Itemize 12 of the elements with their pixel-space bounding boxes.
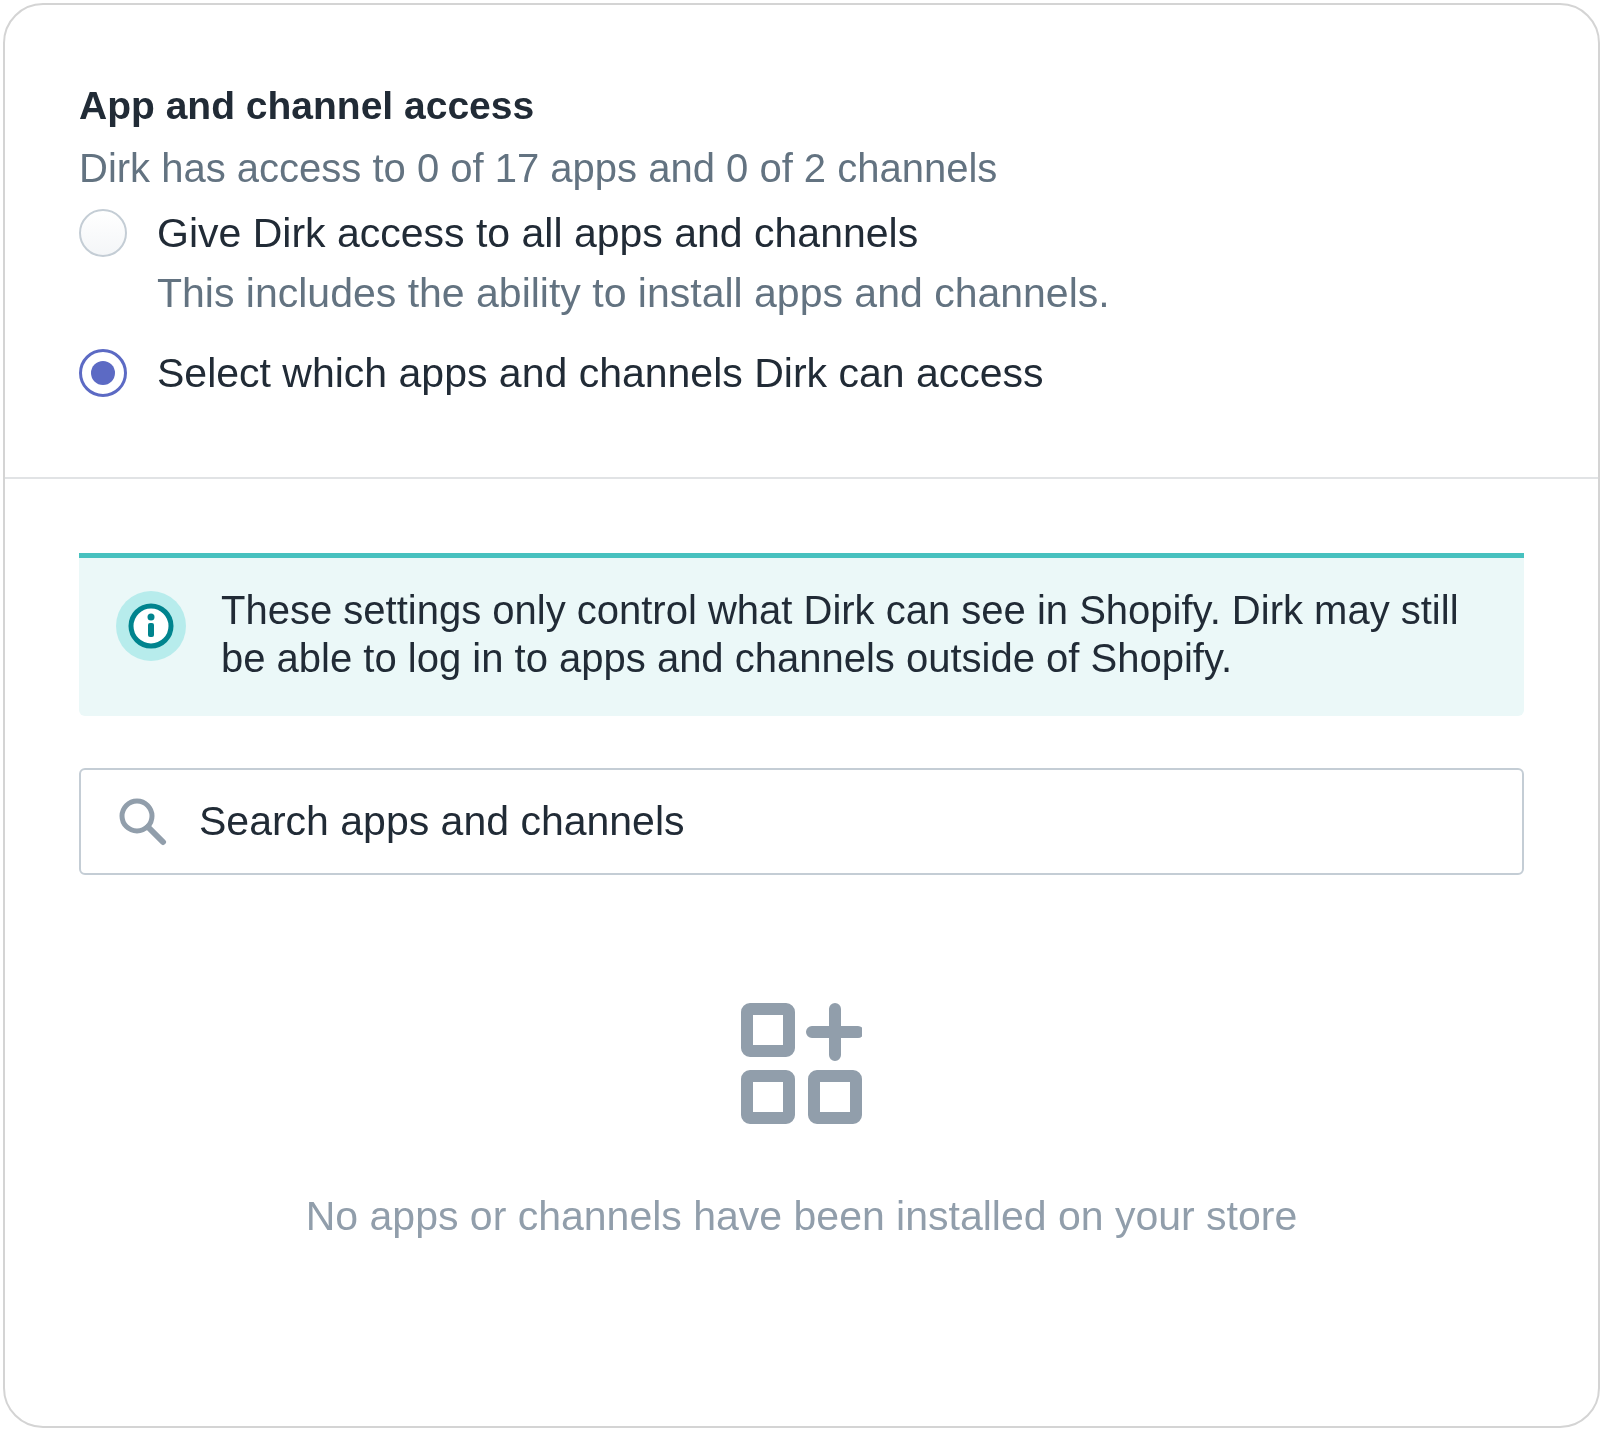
search-field[interactable]: Search apps and channels — [79, 768, 1524, 875]
access-summary: Dirk has access to 0 of 17 apps and 0 of 2 channels — [79, 145, 999, 191]
option-label[interactable]: Give Dirk access to all apps and channels — [157, 209, 1110, 257]
option-label[interactable]: Select which apps and channels Dirk can access — [157, 349, 1044, 397]
section-title: App and channel access — [79, 83, 536, 129]
radio-button[interactable] — [79, 349, 127, 397]
empty-state-message: No apps or channels have been installed on your store — [305, 1192, 1298, 1241]
apps-add-icon — [741, 1003, 862, 1124]
info-icon — [115, 590, 187, 662]
search-icon — [117, 796, 167, 846]
option-description: This includes the ability to install apps and channels. — [157, 269, 1110, 317]
banner-text: These settings only control what Dirk can see in Shopify. Dirk may still be able to log in to apps and channels outside of Shopify. — [221, 587, 1460, 682]
